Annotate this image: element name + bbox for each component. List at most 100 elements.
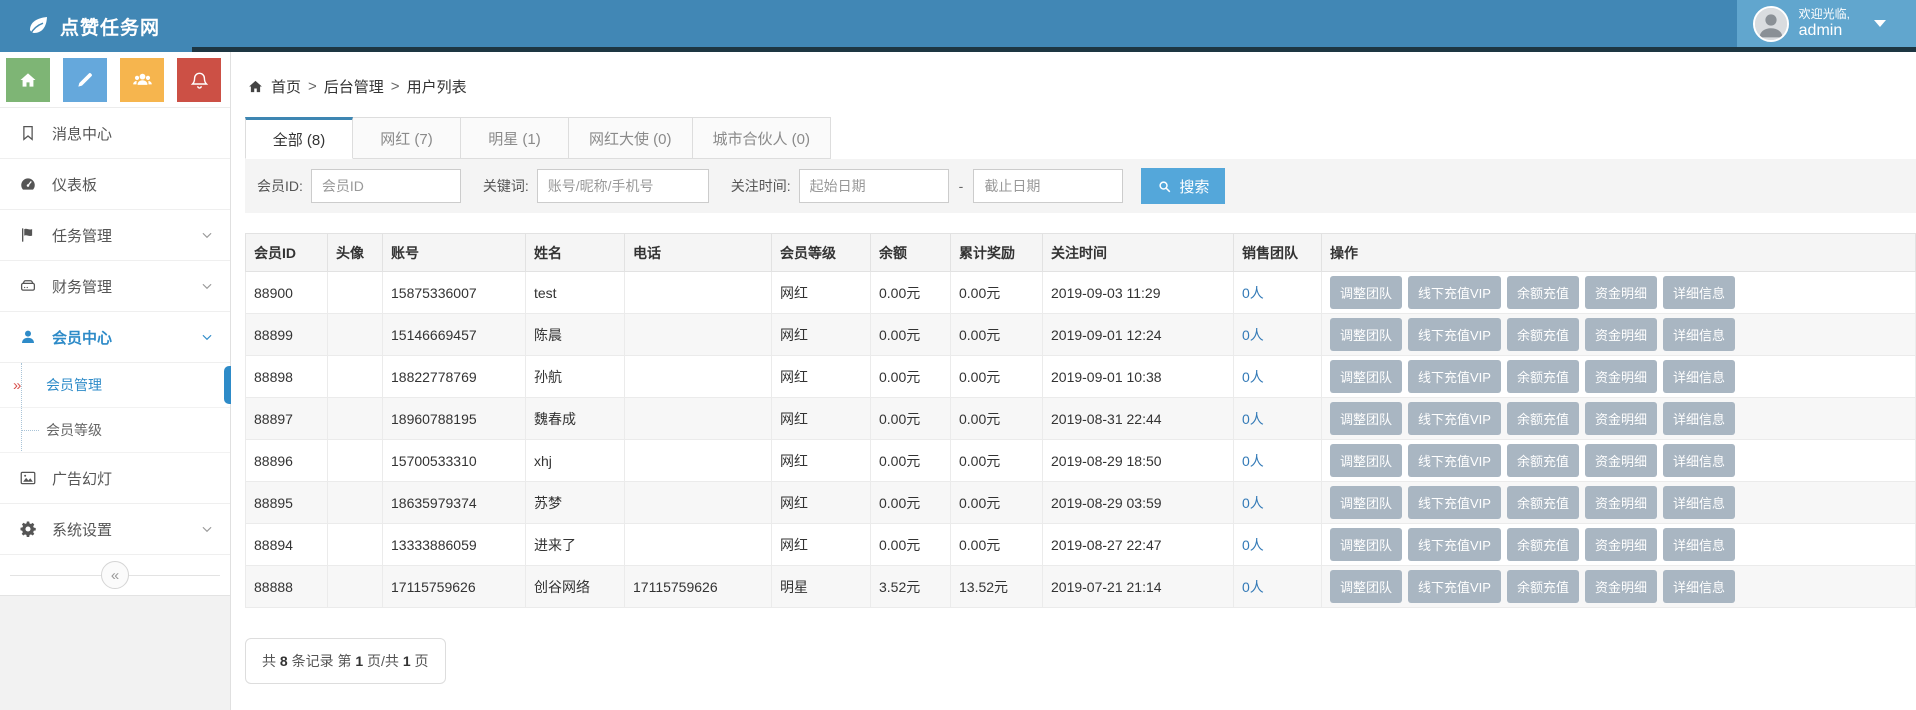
members-submenu: » 会员管理 会员等级	[0, 363, 230, 453]
row-action-button[interactable]: 调整团队	[1330, 360, 1402, 393]
image-icon	[18, 469, 38, 487]
row-action-button[interactable]: 资金明细	[1585, 486, 1657, 519]
cell-member-id: 88894	[246, 524, 328, 566]
sidebar-item-members[interactable]: 会员中心	[0, 312, 230, 363]
row-action-button[interactable]: 详细信息	[1663, 486, 1735, 519]
row-action-button[interactable]: 详细信息	[1663, 360, 1735, 393]
tab-all[interactable]: 全部 (8)	[245, 117, 353, 159]
row-action-button[interactable]: 线下充值VIP	[1408, 528, 1501, 561]
sales-team-link[interactable]: 0人	[1242, 537, 1264, 553]
active-edge-marker	[224, 366, 231, 404]
sidebar-item-finance[interactable]: 财务管理	[0, 261, 230, 312]
row-action-button[interactable]: 余额充值	[1507, 402, 1579, 435]
row-action-button[interactable]: 线下充值VIP	[1408, 402, 1501, 435]
row-action-button[interactable]: 详细信息	[1663, 318, 1735, 351]
row-action-button[interactable]: 余额充值	[1507, 444, 1579, 477]
sales-team-link[interactable]: 0人	[1242, 495, 1264, 511]
row-action-button[interactable]: 资金明细	[1585, 276, 1657, 309]
sidebar-item-dashboard[interactable]: 仪表板	[0, 159, 230, 210]
cell-sales-team: 0人	[1234, 566, 1322, 608]
collapse-sidebar-button[interactable]: «	[101, 561, 129, 589]
sales-team-link[interactable]: 0人	[1242, 369, 1264, 385]
user-menu[interactable]: 欢迎光临, admin	[1737, 0, 1916, 47]
row-action-button[interactable]: 调整团队	[1330, 444, 1402, 477]
row-action-button[interactable]: 调整团队	[1330, 402, 1402, 435]
home-breadcrumb-icon	[247, 78, 264, 95]
row-action-button[interactable]: 资金明细	[1585, 402, 1657, 435]
row-action-button[interactable]: 资金明细	[1585, 528, 1657, 561]
sales-team-link[interactable]: 0人	[1242, 579, 1264, 595]
cell-account: 18960788195	[383, 398, 526, 440]
row-action-button[interactable]: 线下充值VIP	[1408, 486, 1501, 519]
row-action-button[interactable]: 线下充值VIP	[1408, 360, 1501, 393]
row-action-button[interactable]: 线下充值VIP	[1408, 276, 1501, 309]
row-action-button[interactable]: 详细信息	[1663, 402, 1735, 435]
tab-city-partner[interactable]: 城市合伙人 (0)	[693, 117, 832, 159]
row-action-button[interactable]: 余额充值	[1507, 318, 1579, 351]
cell-member-id: 88899	[246, 314, 328, 356]
sales-team-link[interactable]: 0人	[1242, 285, 1264, 301]
keyword-input[interactable]	[537, 169, 709, 203]
breadcrumb-separator: >	[308, 78, 317, 95]
breadcrumb-admin[interactable]: 后台管理	[324, 76, 384, 97]
row-action-button[interactable]: 线下充值VIP	[1408, 570, 1501, 603]
sales-team-link[interactable]: 0人	[1242, 453, 1264, 469]
cell-follow-time: 2019-08-29 03:59	[1043, 482, 1234, 524]
cell-reward: 0.00元	[951, 524, 1043, 566]
cell-actions: 调整团队线下充值VIP余额充值资金明细详细信息	[1322, 524, 1916, 566]
row-action-button[interactable]: 详细信息	[1663, 528, 1735, 561]
sidebar-item-settings[interactable]: 系统设置	[0, 504, 230, 555]
row-action-button[interactable]: 调整团队	[1330, 276, 1402, 309]
sales-team-link[interactable]: 0人	[1242, 411, 1264, 427]
member-id-input[interactable]	[311, 169, 461, 203]
sidebar-subitem-member-level[interactable]: 会员等级	[0, 408, 230, 453]
table-row: 88898 18822778769 孙航 网红 0.00元 0.00元 2019…	[246, 356, 1916, 398]
pencil-icon[interactable]	[63, 58, 107, 102]
row-action-button[interactable]: 调整团队	[1330, 528, 1402, 561]
row-action-button[interactable]: 线下充值VIP	[1408, 444, 1501, 477]
row-action-button[interactable]: 资金明细	[1585, 444, 1657, 477]
row-action-button[interactable]: 余额充值	[1507, 528, 1579, 561]
chevron-down-icon	[200, 279, 214, 293]
row-action-button[interactable]: 余额充值	[1507, 276, 1579, 309]
cell-actions: 调整团队线下充值VIP余额充值资金明细详细信息	[1322, 398, 1916, 440]
row-action-button[interactable]: 资金明细	[1585, 318, 1657, 351]
column-header: 关注时间	[1043, 234, 1234, 272]
users-icon[interactable]	[120, 58, 164, 102]
bell-icon[interactable]	[177, 58, 221, 102]
row-action-button[interactable]: 调整团队	[1330, 486, 1402, 519]
cell-account: 15700533310	[383, 440, 526, 482]
cell-level: 网红	[772, 482, 871, 524]
row-action-button[interactable]: 详细信息	[1663, 276, 1735, 309]
row-action-button[interactable]: 资金明细	[1585, 360, 1657, 393]
sales-team-link[interactable]: 0人	[1242, 327, 1264, 343]
row-action-button[interactable]: 调整团队	[1330, 318, 1402, 351]
row-action-button[interactable]: 线下充值VIP	[1408, 318, 1501, 351]
avatar[interactable]	[1753, 6, 1789, 42]
breadcrumb-home[interactable]: 首页	[271, 76, 301, 97]
search-button[interactable]: 搜索	[1141, 168, 1225, 204]
sidebar-subitem-label: 会员管理	[46, 375, 102, 395]
row-action-button[interactable]: 余额充值	[1507, 570, 1579, 603]
sidebar-item-ads[interactable]: 广告幻灯	[0, 453, 230, 504]
sidebar-subitem-member-management[interactable]: » 会员管理	[0, 363, 230, 408]
row-action-button[interactable]: 调整团队	[1330, 570, 1402, 603]
sidebar-item-tasks[interactable]: 任务管理	[0, 210, 230, 261]
cell-member-id: 88900	[246, 272, 328, 314]
home-icon[interactable]	[6, 58, 50, 102]
tab-ambassador[interactable]: 网红大使 (0)	[569, 117, 693, 159]
row-action-button[interactable]: 余额充值	[1507, 360, 1579, 393]
row-action-button[interactable]: 资金明细	[1585, 570, 1657, 603]
row-action-button[interactable]: 详细信息	[1663, 570, 1735, 603]
tab-influencer[interactable]: 网红 (7)	[353, 117, 461, 159]
start-date-input[interactable]	[799, 169, 949, 203]
cell-reward: 13.52元	[951, 566, 1043, 608]
row-action-button[interactable]: 余额充值	[1507, 486, 1579, 519]
sidebar-item-messages[interactable]: 消息中心	[0, 108, 230, 159]
row-action-button[interactable]: 详细信息	[1663, 444, 1735, 477]
cell-follow-time: 2019-07-21 21:14	[1043, 566, 1234, 608]
tab-star[interactable]: 明星 (1)	[461, 117, 569, 159]
end-date-input[interactable]	[973, 169, 1123, 203]
member-type-tabs: 全部 (8) 网红 (7) 明星 (1) 网红大使 (0) 城市合伙人 (0)	[245, 117, 1916, 159]
cell-avatar	[328, 272, 383, 314]
